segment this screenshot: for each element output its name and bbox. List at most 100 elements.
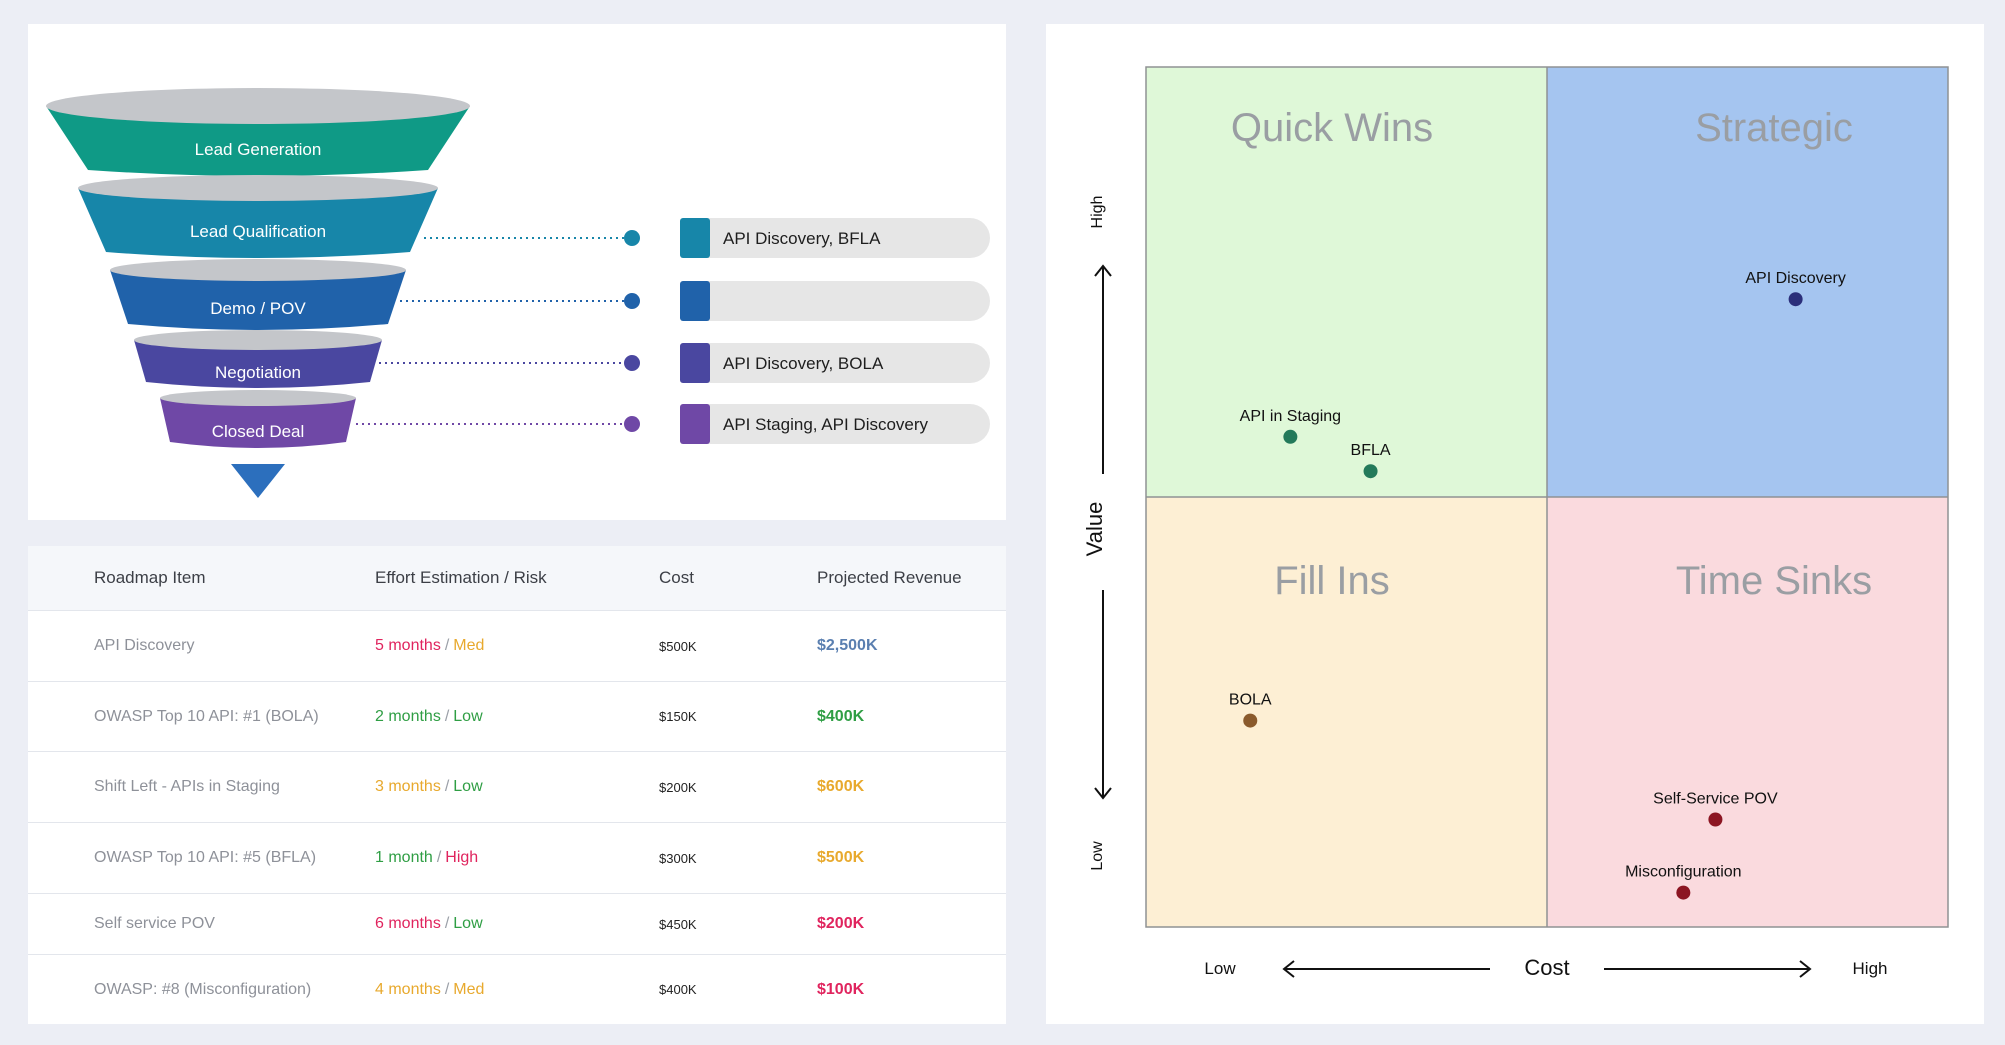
matrix-point-api-discovery <box>1788 292 1803 307</box>
effort-separator: / <box>444 915 450 932</box>
matrix-point-label-api-discovery: API Discovery <box>1745 270 1845 287</box>
roadmap-item: API Discovery <box>94 637 195 654</box>
header-roadmap-item: Roadmap Item <box>94 568 206 587</box>
risk-level: Med <box>453 637 485 654</box>
effort-duration: 4 months <box>375 980 441 998</box>
projected-revenue-value: $200K <box>817 915 865 932</box>
cost-value: $300K <box>659 850 697 866</box>
x-axis-high-label: High <box>1853 959 1888 978</box>
table-row: Self service POV 6 months / Low $450K $200K <box>28 894 1006 955</box>
roadmap-item: Shift Left - APIs in Staging <box>94 778 280 795</box>
projected-revenue-value: $500K <box>817 849 865 866</box>
table-header: Roadmap Item Effort Estimation / Risk Co… <box>28 546 1006 611</box>
sales-funnel: Lead Generation Lead Qualification Demo / … <box>46 88 990 498</box>
projected-revenue-value: $2,500K <box>817 637 878 654</box>
effort-risk: 3 months / Low <box>375 752 483 822</box>
projected-revenue-value: $100K <box>817 980 865 998</box>
tag-marker-closed-deal <box>680 404 710 444</box>
effort-duration: 3 months <box>375 778 441 795</box>
effort-risk: 4 months / Med <box>375 955 484 1024</box>
funnel-stage-label: Lead Generation <box>195 140 322 159</box>
table-row: OWASP Top 10 API: #1 (BOLA) 2 months / Low $… <box>28 682 1006 752</box>
tag-marker-lead-qualification <box>680 218 710 258</box>
tag-text-closed-deal: API Staging, API Discovery <box>723 415 929 434</box>
matrix-point-misconfiguration <box>1676 885 1691 900</box>
roadmap-item: OWASP: #8 (Misconfiguration) <box>94 980 312 998</box>
table-row: OWASP: #8 (Misconfiguration) 4 months / Med… <box>28 955 1006 1024</box>
quadrant-label-time-sinks: Time Sinks <box>1676 559 1872 603</box>
effort-duration: 2 months <box>375 707 441 725</box>
priority-matrix: Quick Wins Strategic Fill Ins Time Sinks Val… <box>1082 66 1949 980</box>
roadmap-item: OWASP Top 10 API: #1 (BOLA) <box>94 707 319 725</box>
projected-revenue-value: $600K <box>817 778 865 795</box>
matrix-point-label-bola: BOLA <box>1229 692 1272 709</box>
matrix-point-bfla <box>1363 464 1378 479</box>
table-row: Shift Left - APIs in Staging 3 months / Low… <box>28 752 1006 823</box>
effort-risk: 2 months / Low <box>375 682 483 751</box>
connector-dot-lead-qualification <box>624 230 640 246</box>
risk-level: Low <box>453 707 483 725</box>
connector-dot-demo-pov <box>624 293 640 309</box>
tag-marker-negotiation <box>680 343 710 383</box>
quadrant-label-strategic: Strategic <box>1695 106 1853 150</box>
funnel-stage-rim <box>134 330 382 350</box>
risk-level: High <box>445 849 479 866</box>
effort-separator: / <box>444 980 450 998</box>
funnel-stage-rim <box>78 175 438 201</box>
effort-risk: 5 months / Med <box>375 611 484 681</box>
tag-text-lead-qualification: API Discovery, BFLA <box>723 229 881 248</box>
effort-separator: / <box>436 849 442 866</box>
header-projected-revenue: Projected Revenue <box>817 568 962 587</box>
tag-pill-demo-pov <box>680 281 990 321</box>
matrix-point-api-in-staging <box>1283 429 1298 444</box>
quadrant-label-fill-ins: Fill Ins <box>1274 559 1390 603</box>
effort-separator: / <box>444 637 450 654</box>
connector-dot-negotiation <box>624 355 640 371</box>
funnel-tip <box>231 464 285 498</box>
y-axis-low-label: Low <box>1089 841 1106 871</box>
matrix-point-label-api-in-staging: API in Staging <box>1240 408 1341 425</box>
funnel-stage-rim <box>46 88 470 124</box>
risk-level: Low <box>453 915 483 932</box>
risk-level: Low <box>453 778 483 795</box>
roadmap-item: Self service POV <box>94 915 215 932</box>
cost-value: $400K <box>659 982 697 997</box>
effort-risk: 1 month / High <box>375 823 478 893</box>
funnel-stage-rim <box>110 259 406 281</box>
funnel-panel: Lead Generation Lead Qualification Demo / … <box>28 24 1006 520</box>
table-row: OWASP Top 10 API: #5 (BFLA) 1 month / High $… <box>28 823 1006 894</box>
matrix-point-label-misconfiguration: Misconfiguration <box>1625 864 1742 881</box>
y-axis-high-label: High <box>1089 196 1106 229</box>
matrix-point-label-self-service-pov: Self-Service POV <box>1653 791 1778 808</box>
projected-revenue-value: $400K <box>817 707 865 725</box>
cost-value: $200K <box>659 779 697 795</box>
effort-separator: / <box>444 707 450 725</box>
y-axis-label: Value <box>1082 502 1107 557</box>
x-axis-label: Cost <box>1524 955 1569 980</box>
funnel-stage-label: Negotiation <box>215 363 301 382</box>
quadrant-label-quick-wins: Quick Wins <box>1231 106 1433 150</box>
effort-separator: / <box>444 778 450 795</box>
header-cost: Cost <box>659 568 694 587</box>
tag-text-negotiation: API Discovery, BOLA <box>723 354 884 373</box>
cost-value: $450K <box>659 916 697 932</box>
matrix-point-self-service-pov <box>1708 812 1723 827</box>
effort-duration: 1 month <box>375 849 433 866</box>
tag-marker-demo-pov <box>680 281 710 321</box>
roadmap-item: OWASP Top 10 API: #5 (BFLA) <box>94 849 317 866</box>
funnel-stage-rim <box>160 390 356 406</box>
cost-value: $500K <box>659 638 697 654</box>
header-effort-risk: Effort Estimation / Risk <box>375 568 547 587</box>
effort-duration: 5 months <box>375 637 441 654</box>
matrix-point-label-bfla: BFLA <box>1351 442 1391 459</box>
roadmap-table: Roadmap Item Effort Estimation / Risk Co… <box>28 546 1006 1024</box>
matrix-point-bola <box>1243 713 1258 728</box>
funnel-stage-label: Lead Qualification <box>190 222 326 241</box>
x-axis-low-label: Low <box>1204 959 1236 978</box>
cost-value: $150K <box>659 709 697 724</box>
funnel-stage-label: Demo / POV <box>210 299 306 318</box>
connector-dot-closed-deal <box>624 416 640 432</box>
effort-risk: 6 months / Low <box>375 894 483 954</box>
effort-duration: 6 months <box>375 915 441 932</box>
risk-level: Med <box>453 980 485 998</box>
